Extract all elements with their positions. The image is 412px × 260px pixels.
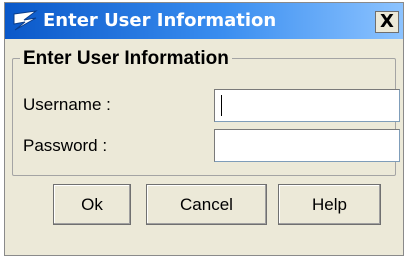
close-icon: X [380,11,394,32]
password-label: Password : [23,136,108,155]
password-input[interactable] [214,129,400,162]
close-button[interactable]: X [375,11,399,33]
window-title: Enter User Information [43,10,277,31]
text-caret [221,95,222,116]
cancel-button[interactable]: Cancel [146,184,267,225]
username-label: Username : [23,95,111,114]
app-logo-icon [13,10,38,31]
ok-button[interactable]: Ok [53,184,131,225]
help-button[interactable]: Help [278,184,381,225]
title-bar[interactable]: Enter User Information [5,3,403,39]
group-title: Enter User Information [20,48,232,70]
username-input[interactable] [214,89,400,122]
